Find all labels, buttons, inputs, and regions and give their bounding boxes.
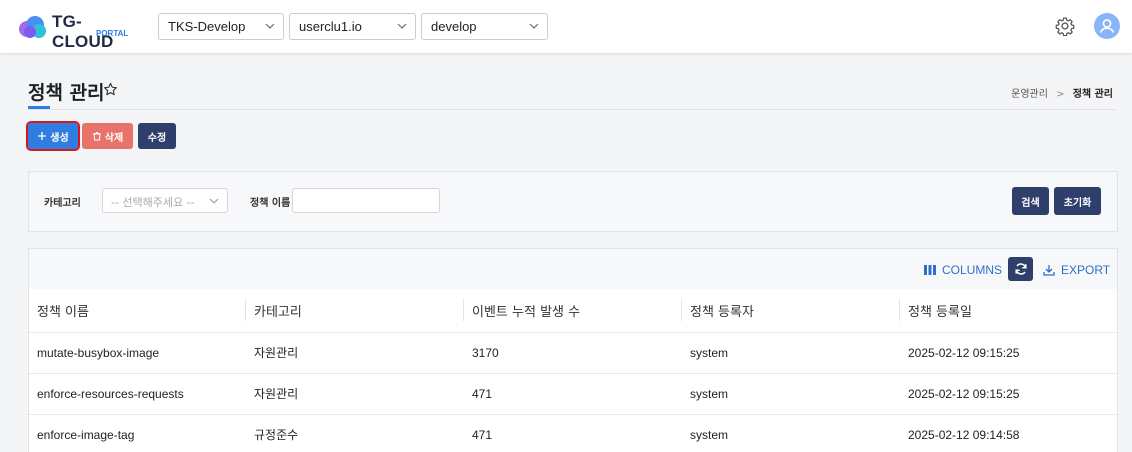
reset-button[interactable]: 초기화 (1054, 187, 1101, 215)
cell-registrant: system (682, 373, 900, 415)
chevron-down-icon (209, 198, 219, 204)
edit-button[interactable]: 수정 (138, 123, 176, 149)
title-divider (28, 109, 1117, 110)
cell-category: 규정준수 (246, 414, 464, 452)
column-header-label: 정책 이름 (37, 304, 89, 320)
cell-category: 자원관리 (246, 373, 464, 415)
cell-policy-name: mutate-busybox-image (29, 332, 246, 374)
chevron-right-icon: > (1056, 89, 1065, 100)
create-button-label: 생성 (50, 132, 69, 144)
logo[interactable]: TG-CLOUD PORTAL (18, 12, 138, 51)
table-header-row: 정책 이름 카테고리 이벤트 누적 발생 수 정책 등록자 정책 등록일 (29, 289, 1117, 333)
namespace-select-value: develop (431, 19, 477, 34)
column-header-label: 카테고리 (254, 304, 302, 320)
title-accent-bar (28, 106, 50, 109)
policy-table-panel: COLUMNS EXPORT 정책 이름 카테고리 이벤트 누적 발생 수 정책… (28, 248, 1118, 452)
policy-name-label: 정책 이름 (250, 198, 291, 209)
page-title: 정책 관리 (28, 82, 105, 104)
cell-registered-date: 2025-02-12 09:15:25 (900, 373, 1117, 415)
cell-policy-name: enforce-image-tag (29, 414, 246, 452)
column-header-label: 정책 등록자 (690, 304, 754, 320)
breadcrumb-current: 정책 관리 (1072, 89, 1113, 100)
column-header-label: 이벤트 누적 발생 수 (472, 304, 581, 320)
create-button[interactable]: 생성 (26, 121, 80, 151)
search-button[interactable]: 검색 (1012, 187, 1049, 215)
policy-name-input[interactable] (292, 188, 440, 213)
chevron-down-icon (265, 23, 275, 29)
logo-subtext: PORTAL (96, 29, 129, 38)
cloud-logo-icon (19, 16, 46, 38)
breadcrumb-parent[interactable]: 운영관리 (1011, 89, 1048, 100)
user-avatar[interactable] (1094, 13, 1120, 39)
columns-button[interactable]: COLUMNS (924, 259, 1002, 281)
gear-icon[interactable] (1055, 16, 1075, 36)
policy-table: 정책 이름 카테고리 이벤트 누적 발생 수 정책 등록자 정책 등록일 mut… (29, 289, 1117, 452)
cell-registrant: system (682, 414, 900, 452)
plus-icon (38, 132, 47, 140)
download-icon (1043, 265, 1055, 276)
refresh-button[interactable] (1008, 257, 1033, 281)
top-bar: TG-CLOUD PORTAL TKS-Develop userclu1.io … (0, 0, 1132, 53)
cell-event-count: 3170 (464, 332, 682, 374)
cell-category: 자원관리 (246, 332, 464, 374)
domain-select[interactable]: userclu1.io (289, 13, 416, 40)
user-icon (1099, 19, 1115, 33)
breadcrumb: 운영관리 > 정책 관리 (1011, 85, 1113, 100)
column-header-event-count[interactable]: 이벤트 누적 발생 수 (464, 289, 682, 333)
table-row[interactable]: mutate-busybox-image 자원관리 3170 system 20… (29, 332, 1117, 374)
column-header-label: 정책 등록일 (908, 304, 972, 320)
chevron-down-icon (529, 23, 539, 29)
export-button[interactable]: EXPORT (1043, 259, 1110, 281)
cell-registrant: system (682, 332, 900, 374)
column-header-registered-date[interactable]: 정책 등록일 (900, 289, 1117, 333)
namespace-select[interactable]: develop (421, 13, 548, 40)
category-select[interactable]: -- 선택해주세요 -- (102, 188, 228, 213)
column-header-policy-name[interactable]: 정책 이름 (29, 289, 246, 333)
chevron-down-icon (397, 23, 407, 29)
delete-button[interactable]: 삭제 (82, 123, 133, 149)
trash-icon (93, 132, 101, 141)
export-button-label: EXPORT (1061, 263, 1111, 277)
delete-button-label: 삭제 (104, 132, 124, 144)
columns-icon (924, 265, 936, 275)
column-header-category[interactable]: 카테고리 (246, 289, 464, 333)
cell-policy-name: enforce-resources-requests (29, 373, 246, 415)
star-icon[interactable] (103, 82, 118, 97)
cell-registered-date: 2025-02-12 09:14:58 (900, 414, 1117, 452)
domain-select-value: userclu1.io (299, 19, 362, 34)
filter-panel: 카테고리 -- 선택해주세요 -- 정책 이름 검색 초기화 (28, 171, 1118, 232)
columns-button-label: COLUMNS (942, 263, 1003, 277)
cell-event-count: 471 (464, 373, 682, 415)
refresh-icon (1014, 263, 1027, 275)
edit-button-label: 수정 (147, 132, 167, 144)
category-select-placeholder: -- 선택해주세요 -- (111, 196, 195, 209)
table-row[interactable]: enforce-image-tag 규정준수 471 system 2025-0… (29, 414, 1117, 452)
column-header-registrant[interactable]: 정책 등록자 (682, 289, 900, 333)
cluster-select[interactable]: TKS-Develop (158, 13, 284, 40)
cluster-select-value: TKS-Develop (168, 19, 246, 34)
cell-event-count: 471 (464, 414, 682, 452)
table-row[interactable]: enforce-resources-requests 자원관리 471 syst… (29, 373, 1117, 415)
category-label: 카테고리 (44, 198, 81, 209)
cell-registered-date: 2025-02-12 09:15:25 (900, 332, 1117, 374)
